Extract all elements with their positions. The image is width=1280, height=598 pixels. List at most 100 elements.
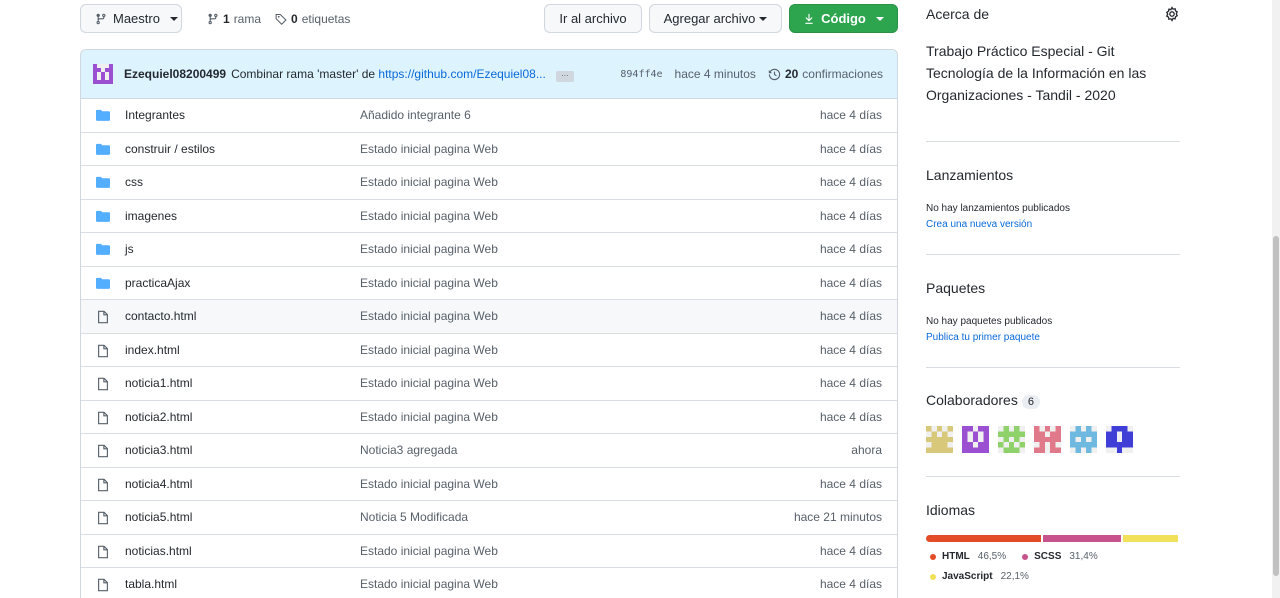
branch-icon	[208, 13, 218, 24]
file-name[interactable]: tabla.html	[125, 577, 177, 591]
file-row[interactable]: noticia2.html Estado inicial pagina Web ha…	[81, 401, 897, 434]
expand-message-button[interactable]: …	[555, 69, 574, 82]
file-row[interactable]: noticia4.html Estado inicial pagina Web ha…	[81, 468, 897, 501]
file-row[interactable]: Integrantes Añadido integrante 6 hace 4 dí…	[81, 99, 897, 133]
file-commit-message[interactable]: Estado inicial pagina Web	[360, 376, 498, 390]
file-name[interactable]: Integrantes	[125, 108, 185, 122]
file-commit-message[interactable]: Estado inicial pagina Web	[360, 309, 498, 323]
file-icon	[98, 377, 108, 391]
folder-icon	[96, 277, 110, 290]
file-name[interactable]: imagenes	[125, 209, 177, 223]
folder-icon	[96, 210, 110, 223]
about-description: Trabajo Práctico Especial - Git Tecnolog…	[926, 43, 1147, 103]
file-name[interactable]: noticia3.html	[125, 443, 192, 457]
language-item[interactable]: SCSS 31,4%	[1022, 551, 1098, 562]
file-commit-message[interactable]: Estado inicial pagina Web	[360, 477, 498, 491]
file-commit-time: hace 4 días	[819, 309, 882, 324]
file-row[interactable]: contacto.html Estado inicial pagina Web ha…	[81, 300, 897, 334]
file-commit-message[interactable]: Noticia3 agregada	[360, 443, 457, 457]
releases-empty-text: No hay lanzamientos publicados	[926, 203, 1070, 214]
file-name[interactable]: js	[125, 242, 134, 256]
commit-message[interactable]: Combinar rama 'master' de	[231, 67, 375, 81]
contributor-avatar[interactable]	[998, 426, 1025, 453]
file-name[interactable]: construir / estilos	[125, 142, 215, 156]
file-name[interactable]: practicaAjax	[125, 276, 190, 290]
file-row[interactable]: index.html Estado inicial pagina Web hace …	[81, 334, 897, 367]
branches-link[interactable]: 1 rama	[207, 12, 261, 26]
go-to-file-button[interactable]: Ir al archivo	[544, 4, 642, 33]
file-row[interactable]: noticia1.html Estado inicial pagina Web ha…	[81, 367, 897, 401]
add-file-button[interactable]: Agregar archivo	[649, 4, 782, 33]
commits-history-link[interactable]: 20 confirmaciones	[768, 67, 883, 81]
author-avatar[interactable]	[93, 64, 113, 84]
folder-icon	[96, 210, 110, 222]
code-button[interactable]: Código	[789, 4, 898, 33]
file-row[interactable]: js Estado inicial pagina Web hace 4 días	[81, 233, 897, 267]
file-name[interactable]: noticia2.html	[125, 410, 192, 424]
file-commit-message[interactable]: Estado inicial pagina Web	[360, 410, 498, 424]
contributor-avatar[interactable]	[926, 426, 953, 453]
contributor-avatar[interactable]	[1034, 426, 1061, 453]
file-name[interactable]: noticia1.html	[125, 376, 192, 390]
language-bar-segment[interactable]	[1043, 535, 1122, 542]
file-row[interactable]: noticia5.html Noticia 5 Modificada hace 21…	[81, 501, 897, 535]
tags-link[interactable]: 0 etiquetas	[275, 12, 350, 26]
file-row[interactable]: construir / estilos Estado inicial pagina…	[81, 133, 897, 166]
file-commit-message[interactable]: Estado inicial pagina Web	[360, 343, 498, 357]
divider	[926, 141, 1180, 142]
language-item[interactable]: JavaScript 22,1%	[930, 571, 1029, 582]
file-commit-message[interactable]: Noticia 5 Modificada	[360, 510, 468, 524]
file-name[interactable]: noticia4.html	[125, 477, 192, 491]
file-row[interactable]: noticias.html Estado inicial pagina Web ha…	[81, 535, 897, 568]
contributor-avatar[interactable]	[1070, 426, 1097, 453]
language-dot-icon	[930, 573, 936, 580]
releases-title[interactable]: Lanzamientos	[926, 167, 1013, 183]
file-commit-message[interactable]: Estado inicial pagina Web	[360, 276, 498, 290]
branch-select-button[interactable]: Maestro	[80, 4, 182, 33]
contributors-avatars	[926, 426, 1133, 453]
language-item[interactable]: HTML 46,5%	[930, 551, 1006, 562]
file-commit-message[interactable]: Estado inicial pagina Web	[360, 242, 498, 256]
file-commit-message[interactable]: Añadido integrante 6	[360, 108, 471, 122]
commit-sha[interactable]: 894ff4e	[620, 69, 662, 80]
file-commit-message[interactable]: Estado inicial pagina Web	[360, 142, 498, 156]
file-browser: Ezequiel08200499 Combinar rama 'master' …	[80, 49, 898, 598]
publish-package-link[interactable]: Publica tu primer paquete	[926, 332, 1040, 343]
file-commit-message[interactable]: Estado inicial pagina Web	[360, 209, 498, 223]
file-row[interactable]: imagenes Estado inicial pagina Web hace 4 …	[81, 200, 897, 233]
chevron-down-icon	[759, 16, 768, 21]
file-name[interactable]: noticias.html	[125, 544, 192, 558]
file-commit-message[interactable]: Estado inicial pagina Web	[360, 577, 498, 591]
file-name[interactable]: contacto.html	[125, 309, 196, 323]
file-icon	[96, 545, 110, 558]
file-row[interactable]: tabla.html Estado inicial pagina Web hace …	[81, 568, 897, 598]
file-name[interactable]: noticia5.html	[125, 510, 192, 524]
create-release-link[interactable]: Crea una nueva versión	[926, 219, 1032, 230]
packages-title[interactable]: Paquetes	[926, 280, 985, 296]
commit-author[interactable]: Ezequiel08200499	[124, 67, 226, 81]
folder-icon	[96, 176, 110, 188]
folder-icon	[96, 176, 110, 189]
language-bar-segment[interactable]	[1123, 535, 1178, 542]
language-bar-segment[interactable]	[926, 535, 1042, 542]
repo-meta-links: 1 rama 0 etiquetas	[207, 4, 350, 33]
page-scrollbar[interactable]	[1272, 0, 1280, 598]
branches-count: 1	[223, 11, 230, 26]
file-row[interactable]: css Estado inicial pagina Web hace 4 días	[81, 166, 897, 200]
file-name[interactable]: css	[125, 175, 143, 189]
scrollbar-thumb[interactable]	[1273, 236, 1279, 576]
file-icon	[96, 444, 110, 458]
contributor-avatar[interactable]	[1106, 426, 1133, 453]
file-name[interactable]: index.html	[125, 343, 180, 357]
file-icon	[98, 444, 108, 458]
file-commit-message[interactable]: Estado inicial pagina Web	[360, 175, 498, 189]
contributors-heading[interactable]: Colaboradores 6	[926, 392, 1040, 409]
packages-empty-text: No hay paquetes publicados	[926, 316, 1053, 327]
file-row[interactable]: noticia3.html Noticia3 agregada ahora	[81, 434, 897, 468]
file-row[interactable]: practicaAjax Estado inicial pagina Web hac…	[81, 267, 897, 300]
contributor-avatar[interactable]	[962, 426, 989, 453]
file-commit-message[interactable]: Estado inicial pagina Web	[360, 544, 498, 558]
gear-icon[interactable]	[1164, 6, 1180, 22]
divider	[926, 254, 1180, 255]
commit-message-link[interactable]: https://github.com/Ezequiel08...	[378, 67, 545, 81]
